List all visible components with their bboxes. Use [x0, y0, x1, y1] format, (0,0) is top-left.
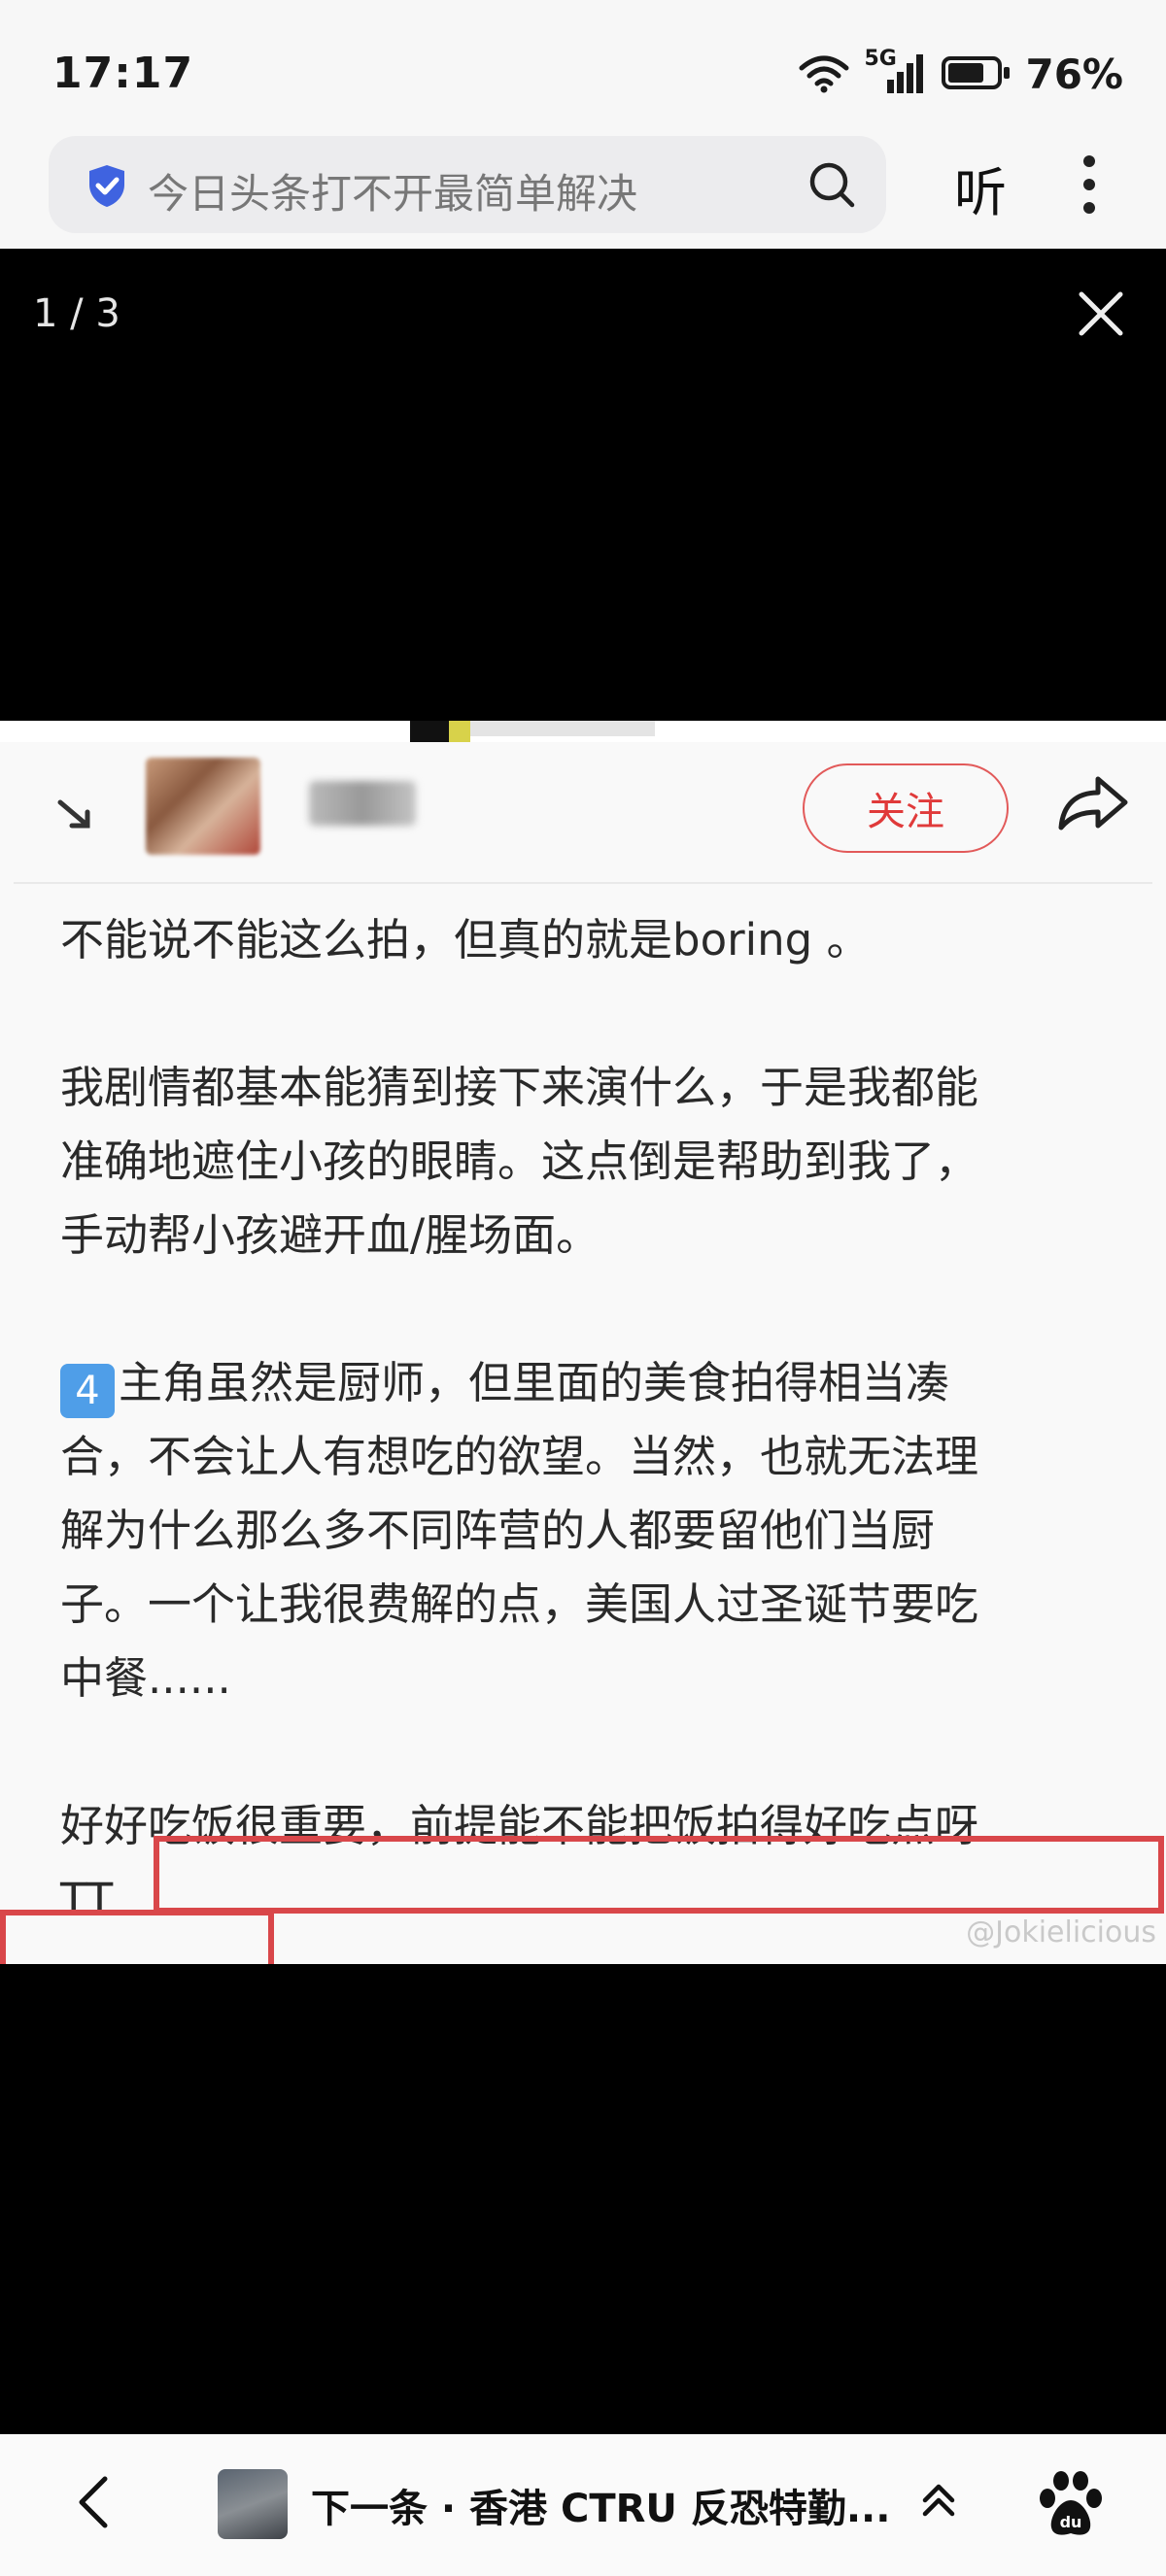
paragraph-3-line-5: 中餐...... — [60, 1652, 231, 1704]
paragraph-3-line-1: 4 主角虽然是厨师，但里面的美食拍得相当凑 — [60, 1346, 1119, 1420]
back-icon[interactable] — [66, 2473, 124, 2531]
chevron-up-icon[interactable] — [917, 2479, 960, 2522]
avatar — [146, 758, 260, 855]
more-vertical-icon[interactable] — [1080, 153, 1098, 216]
cellular-signal-icon: 5G — [864, 47, 928, 95]
wifi-icon — [799, 55, 849, 93]
highlight-box-2 — [0, 1910, 274, 1964]
back-arrow-icon — [57, 799, 90, 829]
svg-text:du: du — [1060, 2513, 1082, 2531]
paragraph-1: 不能说不能这么拍，但真的就是boring 。 — [60, 914, 871, 966]
search-icon[interactable] — [806, 159, 857, 210]
next-item-title[interactable]: 下一条 · 香港 CTRU 反恐特勤... — [311, 2477, 890, 2533]
highlight-box-1 — [154, 1836, 1164, 1914]
share-icon — [1058, 776, 1128, 830]
status-icons: 5G 76% — [798, 47, 1123, 99]
battery-fill — [948, 63, 984, 83]
post-screenshot-image: 关注 不能说不能这么拍，但真的就是boring 。 我剧情都基本能猜到接下来演什… — [0, 721, 1166, 1964]
follow-button: 关注 — [803, 763, 1009, 853]
number-4-keycap-icon: 4 — [60, 1364, 115, 1418]
search-query[interactable]: 今日头条打不开最简单解决 — [148, 161, 637, 220]
close-icon[interactable] — [1077, 289, 1125, 338]
shield-check-icon — [89, 165, 124, 207]
browser-bar: 今日头条打不开最简单解决 听 — [0, 126, 1166, 249]
post-text: 不能说不能这么拍，但真的就是boring 。 我剧情都基本能猜到接下来演什么，于… — [60, 903, 1119, 1937]
status-bar: 17:17 5G 76% — [0, 0, 1166, 136]
paragraph-3-line-4: 子。一个让我很费解的点，美国人过圣诞节要吃 — [60, 1578, 979, 1630]
highlighted-text: 一个让我很费解的点，美国人过圣诞节要吃 — [148, 1578, 979, 1630]
next-item-thumbnail[interactable] — [218, 2469, 288, 2539]
status-time: 17:17 — [52, 49, 194, 98]
paragraph-3-line-3: 解为什么那么多不同阵营的人都要留他们当厨 — [60, 1505, 936, 1556]
image-viewer[interactable]: 1 / 3 关注 不能说不能这么拍，但真的就是boring 。 我剧情都基本能猜… — [0, 249, 1166, 2434]
paragraph-2-line-3: 手动帮小孩避开血/腥场面。 — [60, 1209, 600, 1261]
divider — [14, 882, 1152, 884]
watermark: @Jokielicious — [966, 1915, 1156, 1949]
paragraph-3-line-2: 合，不会让人有想吃的欲望。当然，也就无法理 — [60, 1431, 979, 1482]
battery-icon — [942, 56, 1012, 91]
search-bar[interactable]: 今日头条打不开最简单解决 — [49, 136, 886, 233]
image-counter: 1 / 3 — [33, 291, 120, 336]
paragraph-2-line-1: 我剧情都基本能猜到接下来演什么，于是我都能 — [60, 1062, 979, 1113]
username-blurred — [309, 781, 416, 826]
baidu-paw-icon[interactable]: du — [1034, 2467, 1108, 2541]
paragraph-2-line-2: 准确地遮住小孩的眼睛。这点倒是帮助到我了， — [60, 1135, 979, 1187]
bottom-bar: 下一条 · 香港 CTRU 反恐特勤... du — [0, 2434, 1166, 2576]
image-top-strip — [0, 721, 1166, 742]
battery-percent: 76% — [1025, 50, 1123, 98]
listen-button[interactable]: 听 — [954, 150, 1007, 226]
